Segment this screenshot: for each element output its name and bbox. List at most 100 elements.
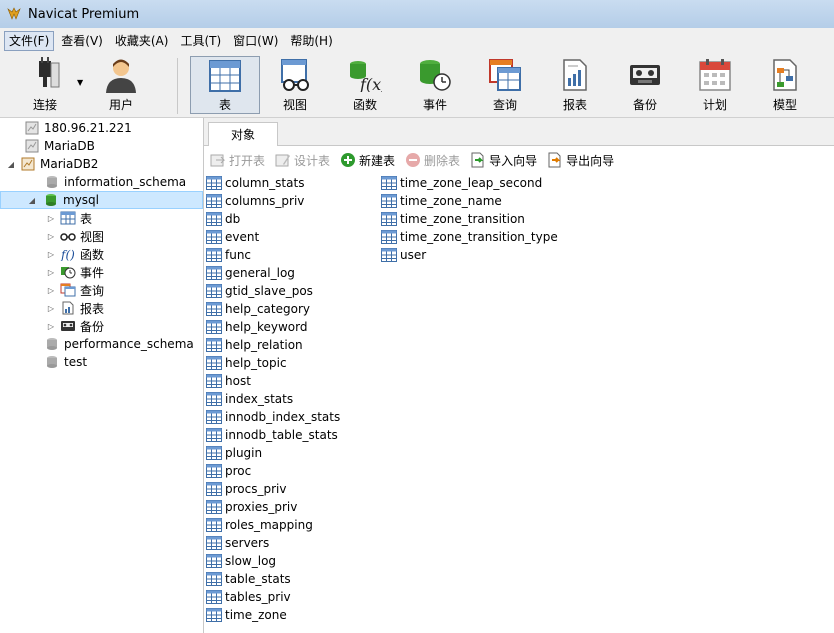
table-item[interactable]: tables_priv: [206, 588, 340, 606]
table-icon: [206, 194, 222, 208]
tree-db-information-schema[interactable]: information_schema: [0, 173, 203, 191]
model-button[interactable]: 模型: [750, 56, 820, 114]
table-item[interactable]: help_relation: [206, 336, 340, 354]
table-name: columns_priv: [225, 194, 305, 208]
table-item[interactable]: innodb_table_stats: [206, 426, 340, 444]
table-name: general_log: [225, 266, 295, 280]
tree-mysql-tables[interactable]: ▷ 表: [0, 209, 203, 227]
table-item[interactable]: slow_log: [206, 552, 340, 570]
table-item[interactable]: roles_mapping: [206, 516, 340, 534]
expanded-arrow-icon[interactable]: ◢: [27, 196, 37, 205]
table-icon: [206, 500, 222, 514]
table-item[interactable]: proxies_priv: [206, 498, 340, 516]
table-icon: [206, 482, 222, 496]
table-item[interactable]: general_log: [206, 264, 340, 282]
tab-objects[interactable]: 对象: [208, 122, 278, 146]
tree-mysql-events[interactable]: ▷ 事件: [0, 263, 203, 281]
open-table-button[interactable]: 打开表: [210, 152, 265, 169]
query-button[interactable]: 查询: [470, 56, 540, 114]
tree-mysql-reports[interactable]: ▷ 报表: [0, 299, 203, 317]
table-button[interactable]: 表: [190, 56, 260, 114]
table-item[interactable]: time_zone_leap_second: [381, 174, 558, 192]
table-item[interactable]: event: [206, 228, 340, 246]
table-item[interactable]: help_category: [206, 300, 340, 318]
table-item[interactable]: func: [206, 246, 340, 264]
delete-table-button[interactable]: 删除表: [405, 152, 460, 169]
table-icon: [206, 230, 222, 244]
table-item[interactable]: db: [206, 210, 340, 228]
design-table-button[interactable]: 设计表: [275, 152, 330, 169]
expanded-arrow-icon[interactable]: ◢: [6, 160, 16, 169]
table-item[interactable]: time_zone_transition_type: [381, 228, 558, 246]
table-icon: [206, 554, 222, 568]
collapsed-arrow-icon[interactable]: ▷: [46, 232, 56, 241]
connect-button[interactable]: 连接: [10, 56, 80, 114]
table-name: func: [225, 248, 252, 262]
table-icon: [206, 590, 222, 604]
table-name: slow_log: [225, 554, 277, 568]
table-item[interactable]: index_stats: [206, 390, 340, 408]
table-item[interactable]: help_topic: [206, 354, 340, 372]
tree-mysql-backups[interactable]: ▷ 备份: [0, 317, 203, 335]
connect-dropdown-icon[interactable]: ▼: [77, 78, 83, 87]
view-glasses-icon: [275, 56, 315, 94]
table-item[interactable]: gtid_slave_pos: [206, 282, 340, 300]
table-icon: [381, 176, 397, 190]
table-name: host: [225, 374, 251, 388]
table-item[interactable]: servers: [206, 534, 340, 552]
table-name: innodb_table_stats: [225, 428, 338, 442]
object-list: column_stats columns_privdb event func gener…: [204, 174, 834, 633]
table-item[interactable]: column_stats: [206, 174, 340, 192]
menu-view[interactable]: 查看(V): [56, 31, 108, 51]
table-item[interactable]: time_zone_name: [381, 192, 558, 210]
table-name: column_stats: [225, 176, 305, 190]
table-item[interactable]: time_zone_transition: [381, 210, 558, 228]
collapsed-arrow-icon[interactable]: ▷: [46, 286, 56, 295]
menu-help[interactable]: 帮助(H): [285, 31, 337, 51]
user-button[interactable]: 用户: [86, 56, 156, 114]
table-item[interactable]: host: [206, 372, 340, 390]
tree-connection-180[interactable]: 180.96.21.221: [0, 119, 203, 137]
table-item[interactable]: plugin: [206, 444, 340, 462]
backup-button[interactable]: 备份: [610, 56, 680, 114]
tree-mysql-views[interactable]: ▷ 视图: [0, 227, 203, 245]
table-item[interactable]: user: [381, 246, 558, 264]
export-icon: [547, 152, 563, 168]
menu-file[interactable]: 文件(F): [4, 31, 55, 51]
tree-connection-mariadb[interactable]: MariaDB: [0, 137, 203, 155]
table-name: event: [225, 230, 260, 244]
menu-window[interactable]: 窗口(W): [228, 31, 283, 51]
tree-mysql-queries[interactable]: ▷ 查询: [0, 281, 203, 299]
table-item[interactable]: time_zone: [206, 606, 340, 624]
new-table-button[interactable]: 新建表: [340, 152, 395, 169]
function-button[interactable]: f(x) 函数: [330, 56, 400, 114]
collapsed-arrow-icon[interactable]: ▷: [46, 268, 56, 277]
table-item[interactable]: innodb_index_stats: [206, 408, 340, 426]
view-button[interactable]: 视图: [260, 56, 330, 114]
tree-db-mysql[interactable]: ◢ mysql: [0, 191, 203, 209]
import-wizard-button[interactable]: 导入向导: [470, 152, 537, 169]
toolbar-separator: [177, 58, 178, 114]
table-item[interactable]: proc: [206, 462, 340, 480]
collapsed-arrow-icon[interactable]: ▷: [46, 250, 56, 259]
table-icon: [206, 302, 222, 316]
export-wizard-button[interactable]: 导出向导: [547, 152, 614, 169]
table-icon: [205, 57, 245, 94]
report-button[interactable]: 报表: [540, 56, 610, 114]
collapsed-arrow-icon[interactable]: ▷: [46, 322, 56, 331]
table-item[interactable]: procs_priv: [206, 480, 340, 498]
tree-connection-mariadb2[interactable]: ◢ MariaDB2: [0, 155, 203, 173]
table-item[interactable]: columns_priv: [206, 192, 340, 210]
collapsed-arrow-icon[interactable]: ▷: [46, 214, 56, 223]
table-item[interactable]: help_keyword: [206, 318, 340, 336]
tree-db-performance-schema[interactable]: performance_schema: [0, 335, 203, 353]
tree-mysql-functions[interactable]: ▷ f() 函数: [0, 245, 203, 263]
tree-db-test[interactable]: test: [0, 353, 203, 371]
table-item[interactable]: table_stats: [206, 570, 340, 588]
menu-tools[interactable]: 工具(T): [175, 31, 226, 51]
collapsed-arrow-icon[interactable]: ▷: [46, 304, 56, 313]
tab-strip: 对象: [204, 118, 834, 146]
menu-favorites[interactable]: 收藏夹(A): [110, 31, 174, 51]
schedule-button[interactable]: 计划: [680, 56, 750, 114]
event-button[interactable]: 事件: [400, 56, 470, 114]
